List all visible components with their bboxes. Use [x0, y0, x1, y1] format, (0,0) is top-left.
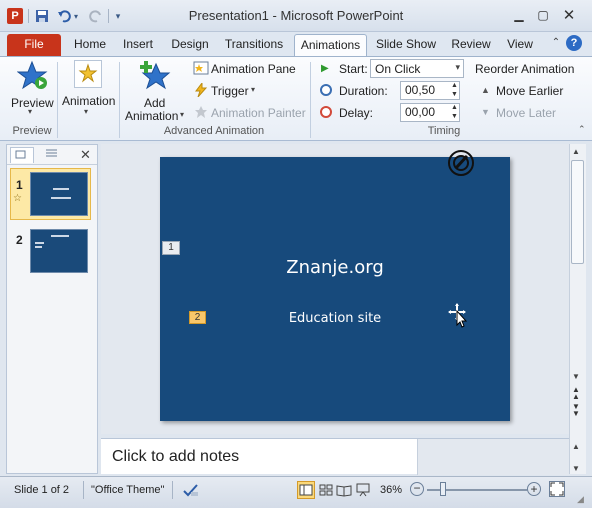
duration-value: 00,50 — [405, 83, 436, 97]
scroll-up-icon[interactable]: ▲ — [572, 147, 580, 156]
slide-show-icon[interactable] — [355, 482, 371, 498]
group-label-advanced-animation: Advanced Animation — [163, 125, 265, 137]
resize-grip-icon[interactable]: ◢ — [577, 494, 584, 505]
add-animation-button-line2[interactable]: Animation — [125, 109, 178, 123]
start-label: Start: — [339, 62, 368, 76]
zoom-in-icon[interactable]: + — [527, 482, 541, 496]
ribbon-minimize-icon[interactable]: ⌃ — [549, 37, 563, 51]
chevron-down-icon: ▾ — [455, 62, 460, 72]
notes-pane[interactable]: Click to add notes — [101, 438, 569, 475]
animation-button[interactable]: Animation — [62, 94, 115, 108]
group-label-timing: Timing — [427, 125, 461, 137]
help-icon[interactable]: ? — [566, 35, 582, 51]
slide-counter[interactable]: Slide 1 of 2 — [14, 484, 69, 496]
animation-painter-button[interactable]: Animation Painter — [211, 106, 306, 120]
tab-view[interactable]: View — [501, 34, 539, 56]
tab-animations[interactable]: Animations — [294, 34, 367, 56]
start-select[interactable]: On Click ▾ — [370, 59, 464, 78]
next-slide-icon[interactable]: ▼ ▼ — [572, 403, 580, 418]
tab-insert[interactable]: Insert — [117, 34, 159, 56]
preview-dropdown-icon[interactable]: ▾ — [28, 107, 32, 116]
preview-button[interactable]: Preview — [11, 96, 54, 110]
delay-spin-arrows-icon[interactable]: ▲ ▼ — [449, 103, 460, 122]
motion-path-icon — [446, 148, 476, 178]
move-earlier-icon: ▲ — [481, 85, 490, 95]
title-bar: P ▾ ▾ Presentation1 - Microsoft PowerPoi… — [0, 0, 592, 32]
animation-painter-icon — [194, 105, 208, 119]
outline-tab-icon[interactable] — [40, 147, 64, 163]
tab-home[interactable]: Home — [69, 34, 111, 56]
animation-gallery-icon[interactable] — [74, 60, 102, 88]
theme-name[interactable]: "Office Theme" — [91, 484, 164, 496]
animation-pane-button[interactable]: Animation Pane — [211, 62, 296, 76]
spell-check-icon[interactable] — [182, 482, 200, 498]
zoom-level[interactable]: 36% — [380, 484, 402, 496]
reading-view-icon[interactable] — [336, 482, 352, 498]
scroll-down-icon[interactable]: ▼ — [572, 372, 580, 381]
move-later-button[interactable]: Move Later — [496, 106, 556, 120]
tab-file[interactable]: File — [7, 34, 61, 56]
move-cursor-icon — [447, 302, 469, 328]
slide-title[interactable]: Znanje.org — [160, 257, 510, 278]
trigger-button[interactable]: Trigger — [211, 84, 249, 98]
zoom-slider-thumb[interactable] — [440, 482, 446, 496]
slide-canvas[interactable]: Znanje.org Education site — [160, 157, 510, 421]
duration-clock-icon — [320, 84, 332, 96]
window-title: Presentation1 - Microsoft PowerPoint — [188, 8, 404, 23]
tab-slide-show[interactable]: Slide Show — [372, 34, 440, 56]
group-label-preview: Preview — [12, 125, 52, 137]
minimize-icon[interactable]: ▁ — [507, 6, 531, 24]
slide-thumb-1[interactable] — [30, 172, 88, 216]
move-earlier-button[interactable]: Move Earlier — [496, 84, 563, 98]
add-animation-button[interactable]: Add — [144, 96, 165, 110]
slide-thumb-1-number: 1 — [16, 178, 23, 192]
notes-placeholder: Click to add notes — [112, 448, 240, 465]
preview-star-icon[interactable] — [16, 60, 49, 92]
notes-scroll-down-icon[interactable]: ▼ — [572, 464, 580, 473]
zoom-out-icon[interactable]: − — [410, 482, 424, 496]
tab-review[interactable]: Review — [446, 34, 496, 56]
animation-star-icon: ☆ — [13, 193, 22, 204]
slides-tab-icon[interactable] — [10, 147, 34, 163]
close-icon[interactable]: ✕ — [557, 6, 581, 24]
add-animation-dropdown-icon[interactable]: ▾ — [180, 110, 184, 119]
normal-view-icon[interactable] — [297, 481, 315, 499]
add-animation-icon[interactable] — [138, 58, 172, 92]
slide-thumb-2[interactable] — [30, 229, 88, 273]
notes-page-edge — [417, 439, 569, 475]
slide-sorter-icon[interactable] — [318, 482, 334, 498]
tab-transitions[interactable]: Transitions — [220, 34, 288, 56]
duration-spin-arrows-icon[interactable]: ▲ ▼ — [449, 81, 460, 100]
fit-to-window-icon[interactable] — [549, 481, 565, 497]
duration-label: Duration: — [339, 84, 388, 98]
start-play-icon: ▶ — [321, 63, 329, 74]
scroll-thumb[interactable] — [571, 160, 584, 264]
animation-pane-icon — [193, 61, 209, 75]
trigger-dropdown-icon[interactable]: ▾ — [251, 85, 255, 94]
close-pane-icon[interactable]: ✕ — [80, 147, 91, 163]
previous-slide-icon[interactable]: ▲ ▲ — [572, 386, 580, 401]
ribbon-collapse-icon[interactable]: ⌃ — [578, 124, 586, 135]
animation-tag-2[interactable]: 2 — [189, 311, 206, 324]
tab-design[interactable]: Design — [166, 34, 214, 56]
trigger-icon — [194, 81, 208, 98]
move-later-icon: ▼ — [481, 107, 490, 117]
notes-scroll-up-icon[interactable]: ▲ — [572, 442, 580, 451]
start-select-value: On Click — [375, 62, 421, 76]
reorder-animation-label: Reorder Animation — [475, 62, 575, 76]
animation-tag-1[interactable]: 1 — [162, 241, 180, 255]
animation-dropdown-icon[interactable]: ▾ — [84, 107, 88, 116]
status-bar — [0, 476, 592, 508]
delay-clock-icon — [320, 106, 332, 118]
delay-label: Delay: — [339, 106, 374, 120]
slide-thumb-2-number: 2 — [16, 233, 23, 247]
delay-value: 00,00 — [405, 105, 436, 119]
maximize-icon[interactable]: ▢ — [531, 6, 555, 24]
